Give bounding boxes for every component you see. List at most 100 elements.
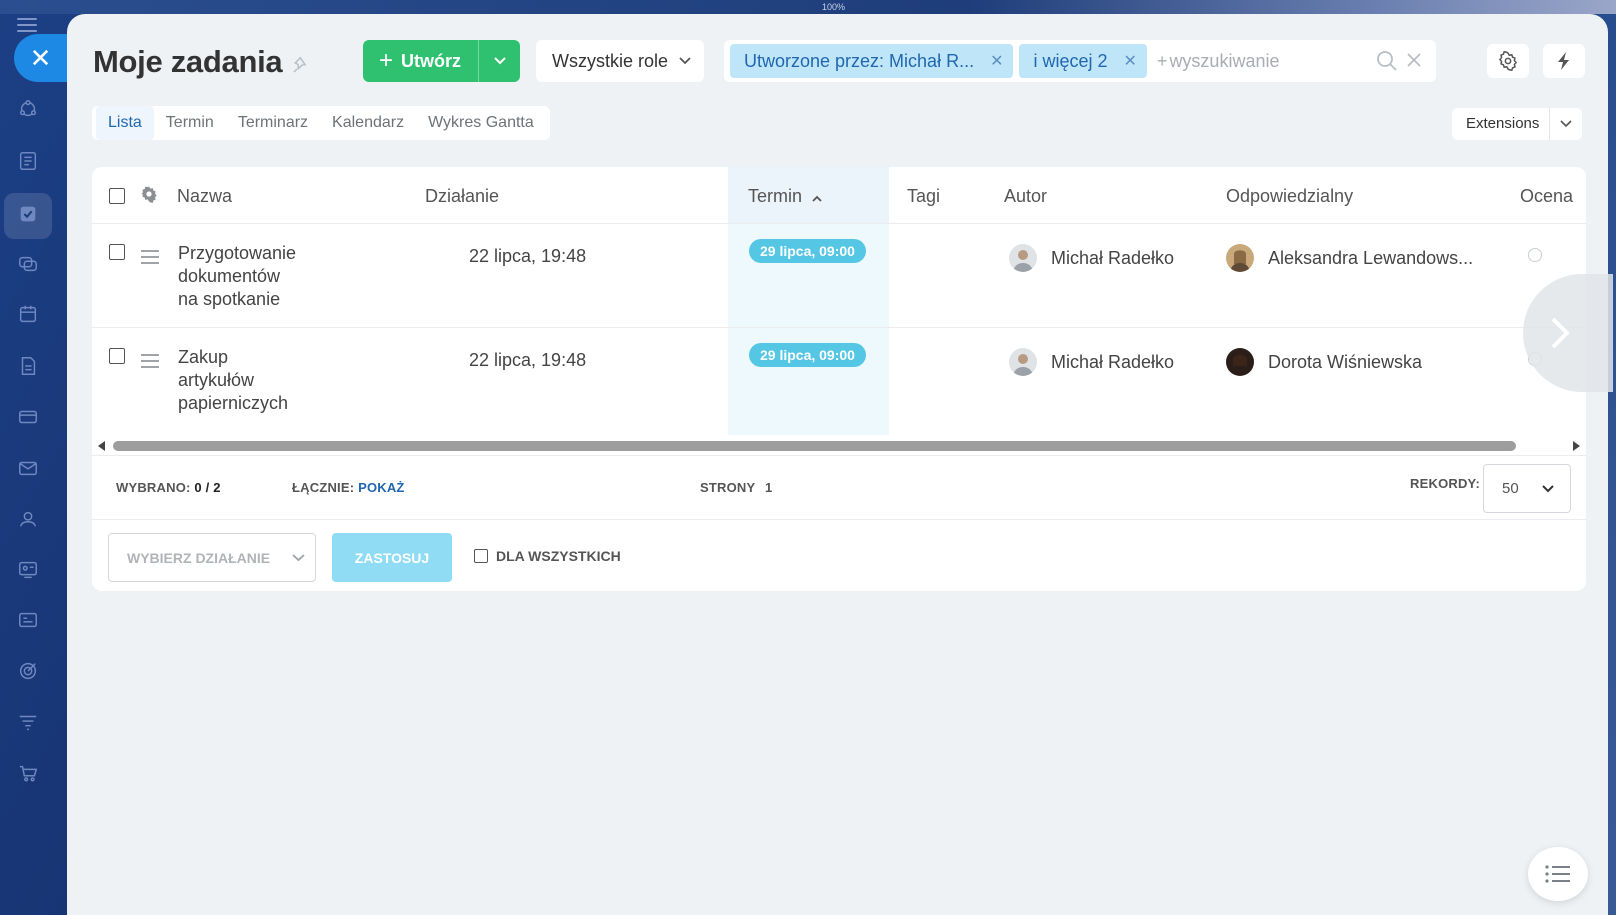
sort-asc-icon bbox=[812, 195, 822, 202]
card-icon[interactable] bbox=[16, 406, 40, 428]
target-icon[interactable] bbox=[16, 660, 40, 682]
avatar bbox=[1226, 244, 1254, 272]
extensions-label: Extensions bbox=[1452, 108, 1550, 140]
horizontal-scrollbar[interactable] bbox=[92, 436, 1586, 454]
roles-label: Wszystkie role bbox=[552, 50, 669, 71]
task-name-link[interactable]: Przygotowanie dokumentów na spotkanie bbox=[178, 242, 296, 311]
close-icon: ✕ bbox=[29, 42, 52, 73]
contacts-icon[interactable] bbox=[16, 508, 40, 530]
tab-calendar[interactable]: Kalendarz bbox=[320, 106, 416, 140]
deadline-badge[interactable]: 29 lipca, 09:00 bbox=[749, 343, 866, 367]
author-link[interactable]: Michał Radełko bbox=[1009, 348, 1174, 376]
records-per-page-select[interactable]: 50 bbox=[1483, 464, 1571, 513]
left-rail bbox=[0, 0, 67, 915]
funnel-icon[interactable] bbox=[16, 711, 40, 733]
records-label: REKORDY: bbox=[1410, 476, 1480, 491]
author-name: Michał Radełko bbox=[1051, 247, 1175, 268]
task-name-link[interactable]: Zakup artykułów papierniczych bbox=[178, 346, 288, 415]
crm-icon[interactable] bbox=[16, 98, 40, 120]
filter-chip-more[interactable]: i więcej 2 ✕ bbox=[1019, 44, 1147, 78]
remove-chip-icon[interactable]: ✕ bbox=[1124, 51, 1137, 71]
mail-icon[interactable] bbox=[16, 457, 40, 479]
pin-icon[interactable] bbox=[291, 55, 311, 75]
deadline-badge[interactable]: 29 lipca, 09:00 bbox=[749, 239, 866, 263]
grid-footer: WYBRANO: 0 / 2 ŁĄCZNIE: POKAŻ STRONY 1 R… bbox=[92, 455, 1586, 520]
docs-icon[interactable] bbox=[16, 355, 40, 377]
tasks-grid: Nazwa Działanie Termin Tagi Autor Odpowi… bbox=[92, 167, 1586, 591]
extensions-button[interactable]: Extensions bbox=[1452, 108, 1582, 140]
column-activity[interactable]: Działanie bbox=[425, 186, 499, 207]
hamburger-icon[interactable] bbox=[17, 18, 37, 32]
apply-button[interactable]: ZASTOSUJ bbox=[332, 533, 452, 582]
clear-search-icon[interactable] bbox=[1404, 50, 1424, 75]
scroll-left-icon[interactable] bbox=[97, 441, 107, 451]
plus-icon: + bbox=[379, 47, 394, 74]
tab-gantt[interactable]: Wykres Gantta bbox=[416, 106, 546, 140]
records-value: 50 bbox=[1502, 480, 1519, 497]
rating-indicator[interactable] bbox=[1528, 248, 1542, 262]
table-row[interactable]: Zakup artykułów papierniczych 22 lipca, … bbox=[92, 328, 1586, 432]
tab-deadline[interactable]: Termin bbox=[154, 106, 226, 140]
table-row[interactable]: Przygotowanie dokumentów na spotkanie 22… bbox=[92, 224, 1586, 328]
task-name-line: na spotkanie bbox=[178, 289, 281, 309]
drag-handle-icon[interactable] bbox=[141, 250, 159, 268]
gear-icon bbox=[1498, 51, 1518, 71]
search-input[interactable] bbox=[1169, 50, 1400, 72]
tab-list[interactable]: Lista bbox=[96, 106, 154, 140]
responsible-link[interactable]: Aleksandra Lewandows... bbox=[1226, 244, 1473, 272]
chat-icon[interactable] bbox=[16, 253, 40, 275]
for-all-toggle[interactable]: DLA WSZYSTKICH bbox=[474, 548, 621, 564]
webinar-icon[interactable] bbox=[16, 559, 40, 581]
select-all-checkbox[interactable] bbox=[109, 188, 125, 204]
tasks-icon[interactable] bbox=[16, 203, 40, 225]
column-deadline[interactable]: Termin bbox=[748, 186, 823, 207]
chevron-down-icon bbox=[493, 57, 506, 65]
author-link[interactable]: Michał Radełko bbox=[1009, 244, 1174, 272]
automation-button[interactable] bbox=[1543, 44, 1585, 78]
grid-settings-gear-icon[interactable] bbox=[140, 185, 158, 208]
column-tags[interactable]: Tagi bbox=[907, 186, 940, 207]
settings-button[interactable] bbox=[1487, 44, 1529, 78]
extensions-dropdown-toggle[interactable] bbox=[1550, 120, 1582, 128]
filter-search-bar[interactable]: Utworzone przez: Michał R... ✕ i więcej … bbox=[724, 40, 1436, 82]
column-name[interactable]: Nazwa bbox=[177, 186, 232, 207]
column-responsible[interactable]: Odpowiedzialny bbox=[1226, 186, 1353, 207]
show-total-link[interactable]: POKAŻ bbox=[358, 480, 405, 495]
select-action-dropdown[interactable]: WYBIERZ DZIAŁANIE bbox=[108, 533, 316, 582]
tasks-panel: Moje zadania + Utwórz Wszystkie role Utwo… bbox=[67, 14, 1613, 915]
create-dropdown-toggle[interactable] bbox=[479, 56, 520, 66]
forms-icon[interactable] bbox=[16, 609, 40, 631]
chevron-down-icon bbox=[1560, 120, 1572, 128]
roles-selector[interactable]: Wszystkie role bbox=[536, 40, 704, 82]
scrollbar-thumb[interactable] bbox=[113, 441, 1516, 451]
view-tabs: Lista Termin Terminarz Kalendarz Wykres … bbox=[92, 106, 550, 140]
calendar-icon[interactable] bbox=[16, 303, 40, 325]
scroll-right-icon[interactable] bbox=[1571, 441, 1581, 451]
row-checkbox[interactable] bbox=[109, 244, 125, 260]
tab-planner[interactable]: Terminarz bbox=[226, 106, 320, 140]
drag-handle-icon[interactable] bbox=[141, 354, 159, 372]
cart-icon[interactable] bbox=[16, 762, 40, 784]
row-checkbox[interactable] bbox=[109, 348, 125, 364]
column-deadline-label: Termin bbox=[748, 186, 803, 206]
remove-chip-icon[interactable]: ✕ bbox=[990, 51, 1003, 71]
feed-icon[interactable] bbox=[16, 150, 40, 172]
responsible-link[interactable]: Dorota Wiśniewska bbox=[1226, 348, 1422, 376]
group-action-panel: WYBIERZ DZIAŁANIE ZASTOSUJ DLA WSZYSTKIC… bbox=[92, 520, 1586, 591]
close-slider-button[interactable]: ✕ bbox=[14, 34, 67, 82]
create-button[interactable]: + Utwórz bbox=[363, 40, 520, 82]
search-icon[interactable] bbox=[1376, 50, 1398, 77]
filter-chip-label: i więcej 2 bbox=[1033, 50, 1108, 71]
column-rating[interactable]: Ocena bbox=[1520, 186, 1573, 207]
for-all-checkbox[interactable] bbox=[474, 549, 488, 563]
column-author[interactable]: Autor bbox=[1004, 186, 1047, 207]
filter-chip-created-by[interactable]: Utworzone przez: Michał R... ✕ bbox=[730, 44, 1014, 78]
selected-value: 0 / 2 bbox=[194, 480, 221, 495]
pages-value: 1 bbox=[764, 480, 773, 495]
grid-header: Nazwa Działanie Termin Tagi Autor Odpowi… bbox=[92, 167, 1586, 224]
activity-date: 22 lipca, 19:48 bbox=[469, 350, 587, 370]
total-label: ŁĄCZNIE: bbox=[292, 480, 355, 495]
author-name: Michał Radełko bbox=[1051, 351, 1175, 372]
menu-list-button[interactable] bbox=[1528, 847, 1588, 901]
task-name-line: Zakup bbox=[178, 347, 229, 367]
